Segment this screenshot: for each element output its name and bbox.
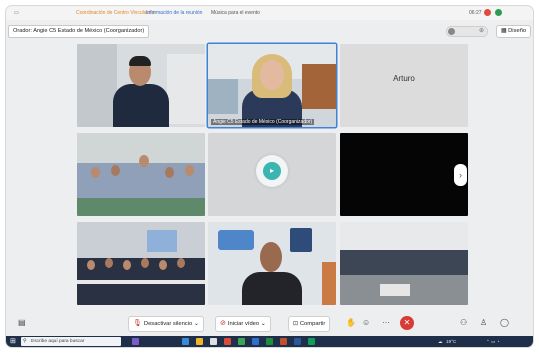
person-icon[interactable]: ♙ [480, 318, 487, 327]
participant-hair [129, 56, 151, 66]
participant-tile-4[interactable] [77, 133, 205, 216]
chat-icon[interactable]: ◯ [500, 318, 509, 327]
app-icon-7[interactable] [252, 338, 259, 345]
meeting-info-bar: Orador: Angie C5 Estado de México (Coorg… [6, 23, 533, 39]
participant-body [113, 84, 169, 127]
plus-icon: ⊕ [478, 28, 484, 34]
captions-icon[interactable]: ▤ [18, 318, 26, 327]
participant-head [123, 260, 131, 270]
play-icon: ▸ [263, 162, 281, 180]
participant-head [260, 60, 284, 90]
end-call-icon[interactable]: ✕ [400, 316, 414, 330]
participant-name: Angie C5 Estado de México (Coorganizador… [211, 119, 315, 125]
taskbar-search[interactable]: ⚲ Escribe aquí para buscar [21, 337, 121, 346]
volume-slider[interactable]: ⊕ [446, 26, 488, 37]
participant-tile-3[interactable]: Arturo [340, 44, 468, 127]
app-icon-2[interactable] [182, 338, 189, 345]
participant-tile-5[interactable]: ▸ [208, 133, 336, 216]
wall-emblem [290, 228, 312, 252]
app-icon-8[interactable] [266, 338, 273, 345]
group-standing [340, 250, 468, 275]
title-bar: ▭ Coordinación de Centro Vinculación Inf… [6, 6, 533, 20]
participant-head [159, 260, 167, 270]
door [322, 262, 336, 305]
room-window [208, 79, 238, 114]
participant-head [105, 258, 113, 268]
participant-tile-6[interactable] [340, 133, 468, 216]
mic-icon: 🎙 [133, 320, 142, 327]
window-close-icon[interactable] [484, 9, 491, 16]
video-icon: ⊘ [220, 320, 226, 327]
participant-head [111, 165, 120, 176]
chevron-down-icon: ⌄ [192, 321, 199, 327]
office-wall [167, 54, 205, 124]
meeting-toolbar: ▤ 🎙 Desactivar silencio ⌄ ⊘ Iniciar vídeo … [6, 312, 533, 334]
temperature: 19°C [446, 339, 457, 344]
wall-map [218, 230, 254, 250]
share-icon: ⊡ [293, 321, 298, 327]
app-icon-3[interactable] [196, 338, 203, 345]
windows-icon[interactable]: ⊞ [10, 337, 16, 345]
participant-head [185, 165, 194, 176]
start-video-button[interactable]: ⊘ Iniciar vídeo ⌄ [215, 316, 271, 332]
office-shelf [77, 44, 117, 127]
app-icon-1[interactable] [132, 338, 139, 345]
app-icon-11[interactable] [308, 338, 315, 345]
participant-head [87, 260, 95, 270]
app-icon-9[interactable] [280, 338, 287, 345]
clock: 06:27 [469, 10, 482, 16]
video-label: Iniciar vídeo [227, 321, 260, 327]
participant-head [260, 242, 282, 272]
participant-tile-9[interactable] [340, 222, 468, 305]
participant-tile-1[interactable] [77, 44, 205, 127]
windows-taskbar: ⊞ ⚲ Escribe aquí para buscar ☁ 19°C ⌃ ▭ … [6, 336, 533, 347]
search-icon: ⚲ [23, 339, 27, 344]
avatar: ▸ [256, 155, 288, 187]
wall-poster [147, 230, 177, 252]
app-icon-6[interactable] [238, 338, 245, 345]
speaker-label: Orador: Angie C5 Estado de México (Coorg… [8, 25, 150, 38]
app-icon-4[interactable] [210, 338, 217, 345]
participant-head [165, 167, 174, 178]
participant-head [91, 167, 100, 178]
room-floor [77, 198, 205, 216]
layout-button[interactable]: ▦ Diseño [496, 25, 532, 38]
tab-item-1[interactable]: Coordinación de Centro Vinculación [76, 10, 156, 16]
white-shirts [77, 280, 205, 284]
slider-knob[interactable] [448, 28, 455, 35]
more-options-icon[interactable]: ··· [382, 318, 390, 327]
participant-head [139, 155, 149, 167]
chevron-down-icon: ⌄ [259, 321, 266, 327]
participant-tile-8[interactable] [208, 222, 336, 305]
participant-name: Arturo [393, 74, 415, 83]
app-icon-10[interactable] [294, 338, 301, 345]
share-label: Compartir [299, 321, 326, 327]
meeting-window: ▭ Coordinación de Centro Vinculación Inf… [6, 6, 533, 347]
layout-label: Diseño [508, 28, 527, 34]
window-status-icon[interactable] [495, 9, 502, 16]
hand-icon[interactable]: ✋ [346, 318, 356, 327]
tab-item-3[interactable]: Música para el evento [211, 10, 260, 16]
participant-body [242, 272, 302, 305]
weather-icon: ☁ [438, 339, 443, 344]
participant-head [141, 258, 149, 268]
participant-tile-2[interactable]: Angie C5 Estado de México (Coorganizador… [208, 44, 336, 127]
table [380, 284, 410, 296]
room-ceiling [340, 222, 468, 252]
tab-app-icon[interactable]: ▭ [14, 10, 19, 16]
participants-icon[interactable]: ⚇ [460, 318, 467, 327]
mute-label: Desactivar silencio [143, 321, 193, 327]
tray-icons[interactable]: ⌃ ▭ ◔ [486, 339, 500, 345]
emoji-icon[interactable]: ☺ [362, 318, 370, 327]
mute-button[interactable]: 🎙 Desactivar silencio ⌄ [128, 316, 204, 332]
share-button[interactable]: ⊡ Compartir [288, 316, 331, 332]
app-icon-5[interactable] [224, 338, 231, 345]
room-cabinet [302, 64, 336, 109]
search-placeholder: Escribe aquí para buscar [31, 339, 85, 344]
participant-tile-7[interactable] [77, 222, 205, 305]
tab-item-2[interactable]: Información de la reunión [146, 10, 202, 16]
chevron-right-icon[interactable]: › [454, 164, 467, 186]
participant-head [177, 258, 185, 268]
